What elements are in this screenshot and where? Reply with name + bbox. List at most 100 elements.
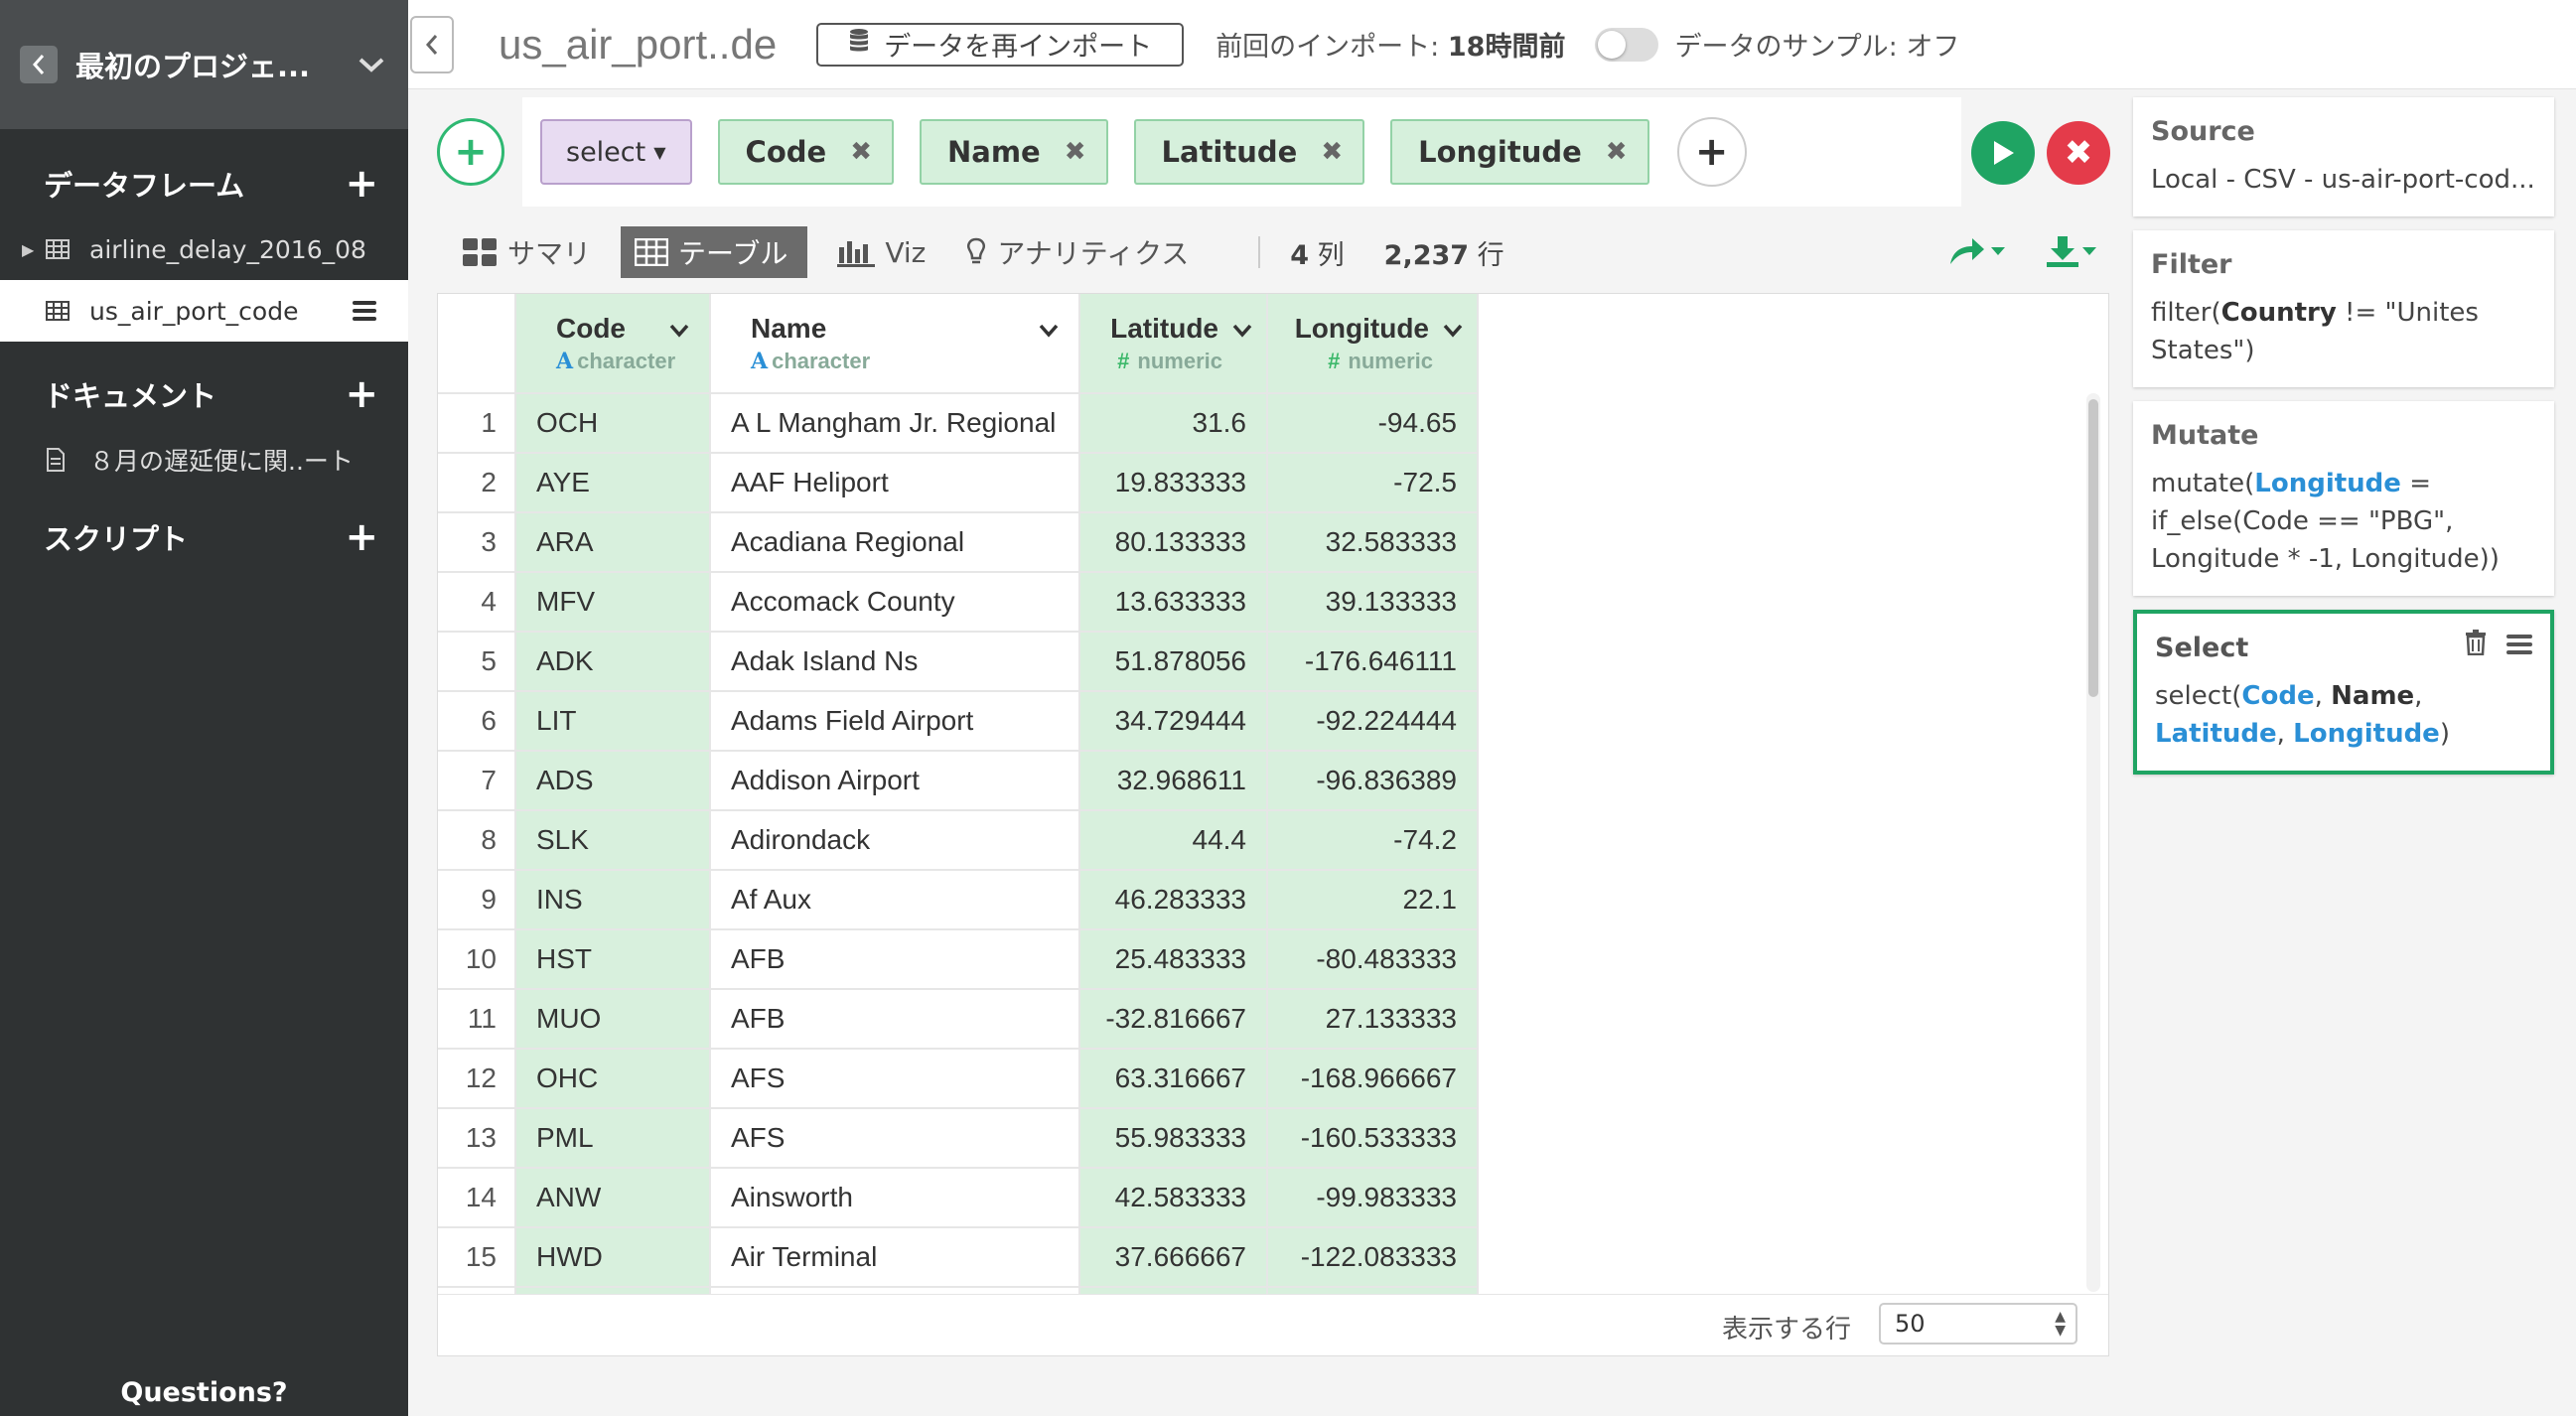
cell-longitude[interactable]: -94.65 [1267, 393, 1479, 454]
cell-code[interactable]: SLK [515, 810, 711, 871]
command-verb-dropdown[interactable]: select ▼ [540, 119, 692, 185]
cell-name[interactable]: AFB [710, 989, 1080, 1050]
trash-icon[interactable] [2465, 630, 2487, 659]
cell-longitude[interactable]: 22.1 [1267, 870, 1479, 930]
step-select[interactable]: Select select(Code, Name, Latitude, Long… [2133, 610, 2554, 775]
cell-code[interactable]: MFV [515, 572, 711, 633]
cell-longitude[interactable]: -92.224444 [1267, 691, 1479, 752]
column-tag-longitude[interactable]: Longitude ✖ [1390, 119, 1649, 185]
cell-longitude[interactable]: 27.133333 [1267, 989, 1479, 1050]
download-button[interactable] [2044, 234, 2097, 268]
column-header-longitude[interactable]: Longitude # numeric [1267, 294, 1479, 394]
menu-icon[interactable] [2506, 631, 2532, 658]
cell-name[interactable]: AFB [710, 929, 1080, 990]
scrollbar-thumb[interactable] [2088, 399, 2098, 697]
cell-latitude[interactable]: 42.583333 [1079, 1168, 1268, 1228]
chevron-down-icon[interactable] [347, 45, 396, 84]
cell-longitude[interactable]: -74.2 [1267, 810, 1479, 871]
cell-latitude[interactable]: 19.833333 [1079, 453, 1268, 513]
cell-latitude[interactable]: 46.283333 [1079, 870, 1268, 930]
cell-code[interactable]: OCH [515, 393, 711, 454]
menu-icon[interactable] [353, 297, 376, 325]
chevron-down-icon[interactable] [669, 313, 689, 345]
cell-longitude[interactable]: 32.583333 [1267, 512, 1479, 573]
step-mutate[interactable]: Mutate mutate(Longitude = if_else(Code =… [2133, 401, 2554, 596]
cell-name[interactable]: AFS [710, 1049, 1080, 1109]
remove-x-icon[interactable]: ✖ [1065, 137, 1086, 167]
run-button[interactable] [1971, 121, 2035, 185]
sidebar-item-airline-delay[interactable]: ▶ airline_delay_2016_08 [0, 218, 408, 280]
column-tag-latitude[interactable]: Latitude ✖ [1133, 119, 1365, 185]
add-dataframe-plus-icon[interactable]: + [345, 164, 378, 204]
add-step-button[interactable]: + [437, 118, 504, 186]
sidebar-item-document[interactable]: ８月の遅延便に関..ート [0, 429, 408, 491]
cell-name[interactable]: Acadiana Regional [710, 512, 1080, 573]
cell-latitude[interactable]: 13.633333 [1079, 572, 1268, 633]
cell-longitude[interactable]: -80.483333 [1267, 929, 1479, 990]
tab-viz[interactable]: Viz [827, 226, 935, 278]
cell-name[interactable]: Af Aux [710, 870, 1080, 930]
sidebar-item-us-air-port-code[interactable]: us_air_port_code [0, 280, 408, 342]
share-button[interactable] [1946, 234, 2006, 268]
cell-longitude[interactable]: -99.983333 [1267, 1168, 1479, 1228]
cell-name[interactable]: AFS [710, 1108, 1080, 1169]
project-header[interactable]: 最初のプロジェ... [0, 0, 408, 129]
sample-toggle[interactable] [1595, 27, 1659, 62]
cell-code[interactable]: MUO [515, 989, 711, 1050]
cell-latitude[interactable]: 25.483333 [1079, 929, 1268, 990]
cell-code[interactable]: HST [515, 929, 711, 990]
chevron-down-icon[interactable] [1443, 313, 1463, 345]
add-column-button[interactable]: + [1676, 117, 1747, 187]
cell-code[interactable]: LIT [515, 691, 711, 752]
chevron-down-icon[interactable] [1232, 313, 1252, 345]
column-header-name[interactable]: Name Acharacter [710, 294, 1080, 394]
dataframe-title[interactable]: us_air_port..de [499, 21, 777, 69]
cell-latitude[interactable]: 31.6 [1079, 393, 1268, 454]
tab-summary[interactable]: サマリ [452, 226, 601, 278]
cell-longitude[interactable]: -176.646111 [1267, 632, 1479, 692]
column-header-code[interactable]: Code Acharacter [515, 294, 711, 394]
cell-longitude[interactable]: 39.133333 [1267, 572, 1479, 633]
cell-latitude[interactable]: 37.666667 [1079, 1227, 1268, 1288]
cell-latitude[interactable]: 80.133333 [1079, 512, 1268, 573]
back-button[interactable] [20, 46, 58, 83]
rows-per-page-select[interactable]: 50 ▲ ▼ [1879, 1303, 2077, 1345]
cell-name[interactable]: Accomack County [710, 572, 1080, 633]
remove-x-icon[interactable]: ✖ [1606, 137, 1628, 167]
cell-name[interactable]: Adak Island Ns [710, 632, 1080, 692]
column-tag-code[interactable]: Code ✖ [717, 119, 894, 185]
cell-code[interactable]: AYE [515, 453, 711, 513]
cell-latitude[interactable]: 51.878056 [1079, 632, 1268, 692]
cell-latitude[interactable]: -32.816667 [1079, 989, 1268, 1050]
cell-latitude[interactable]: 55.983333 [1079, 1108, 1268, 1169]
questions-link[interactable]: Questions? [0, 1377, 408, 1408]
cell-code[interactable]: ADS [515, 751, 711, 811]
cell-latitude[interactable]: 32.968611 [1079, 751, 1268, 811]
add-document-plus-icon[interactable]: + [345, 374, 378, 414]
cell-longitude[interactable]: -168.966667 [1267, 1049, 1479, 1109]
cell-latitude[interactable]: 34.729444 [1079, 691, 1268, 752]
cell-latitude[interactable]: 63.316667 [1079, 1049, 1268, 1109]
column-header-latitude[interactable]: Latitude # numeric [1079, 294, 1268, 394]
cell-code[interactable]: ARA [515, 512, 711, 573]
cell-name[interactable]: Adams Field Airport [710, 691, 1080, 752]
command-editor[interactable]: select ▼ Code ✖ Name ✖ Latitude ✖ Longitude… [522, 97, 1961, 207]
add-script-plus-icon[interactable]: + [345, 517, 378, 557]
cell-name[interactable]: A L Mangham Jr. Regional [710, 393, 1080, 454]
cell-code[interactable]: ANW [515, 1168, 711, 1228]
cell-code[interactable]: HWD [515, 1227, 711, 1288]
cell-name[interactable]: Air Terminal [710, 1227, 1080, 1288]
chevron-down-icon[interactable] [1039, 313, 1059, 345]
cell-longitude[interactable]: -72.5 [1267, 453, 1479, 513]
cell-name[interactable]: Addison Airport [710, 751, 1080, 811]
cell-code[interactable]: PML [515, 1108, 711, 1169]
caret-right-icon[interactable]: ▶ [22, 240, 46, 259]
cell-latitude[interactable]: 44.4 [1079, 810, 1268, 871]
reimport-button[interactable]: データを再インポート [816, 22, 1185, 67]
cell-name[interactable]: AAF Heliport [710, 453, 1080, 513]
tab-analytics[interactable]: アナリティクス [955, 226, 1199, 278]
tab-table[interactable]: テーブル [621, 226, 808, 278]
step-filter[interactable]: Filter filter(Country != "Unites States"… [2133, 230, 2554, 387]
cancel-button[interactable]: ✖ [2047, 121, 2110, 185]
cell-code[interactable]: ADK [515, 632, 711, 692]
